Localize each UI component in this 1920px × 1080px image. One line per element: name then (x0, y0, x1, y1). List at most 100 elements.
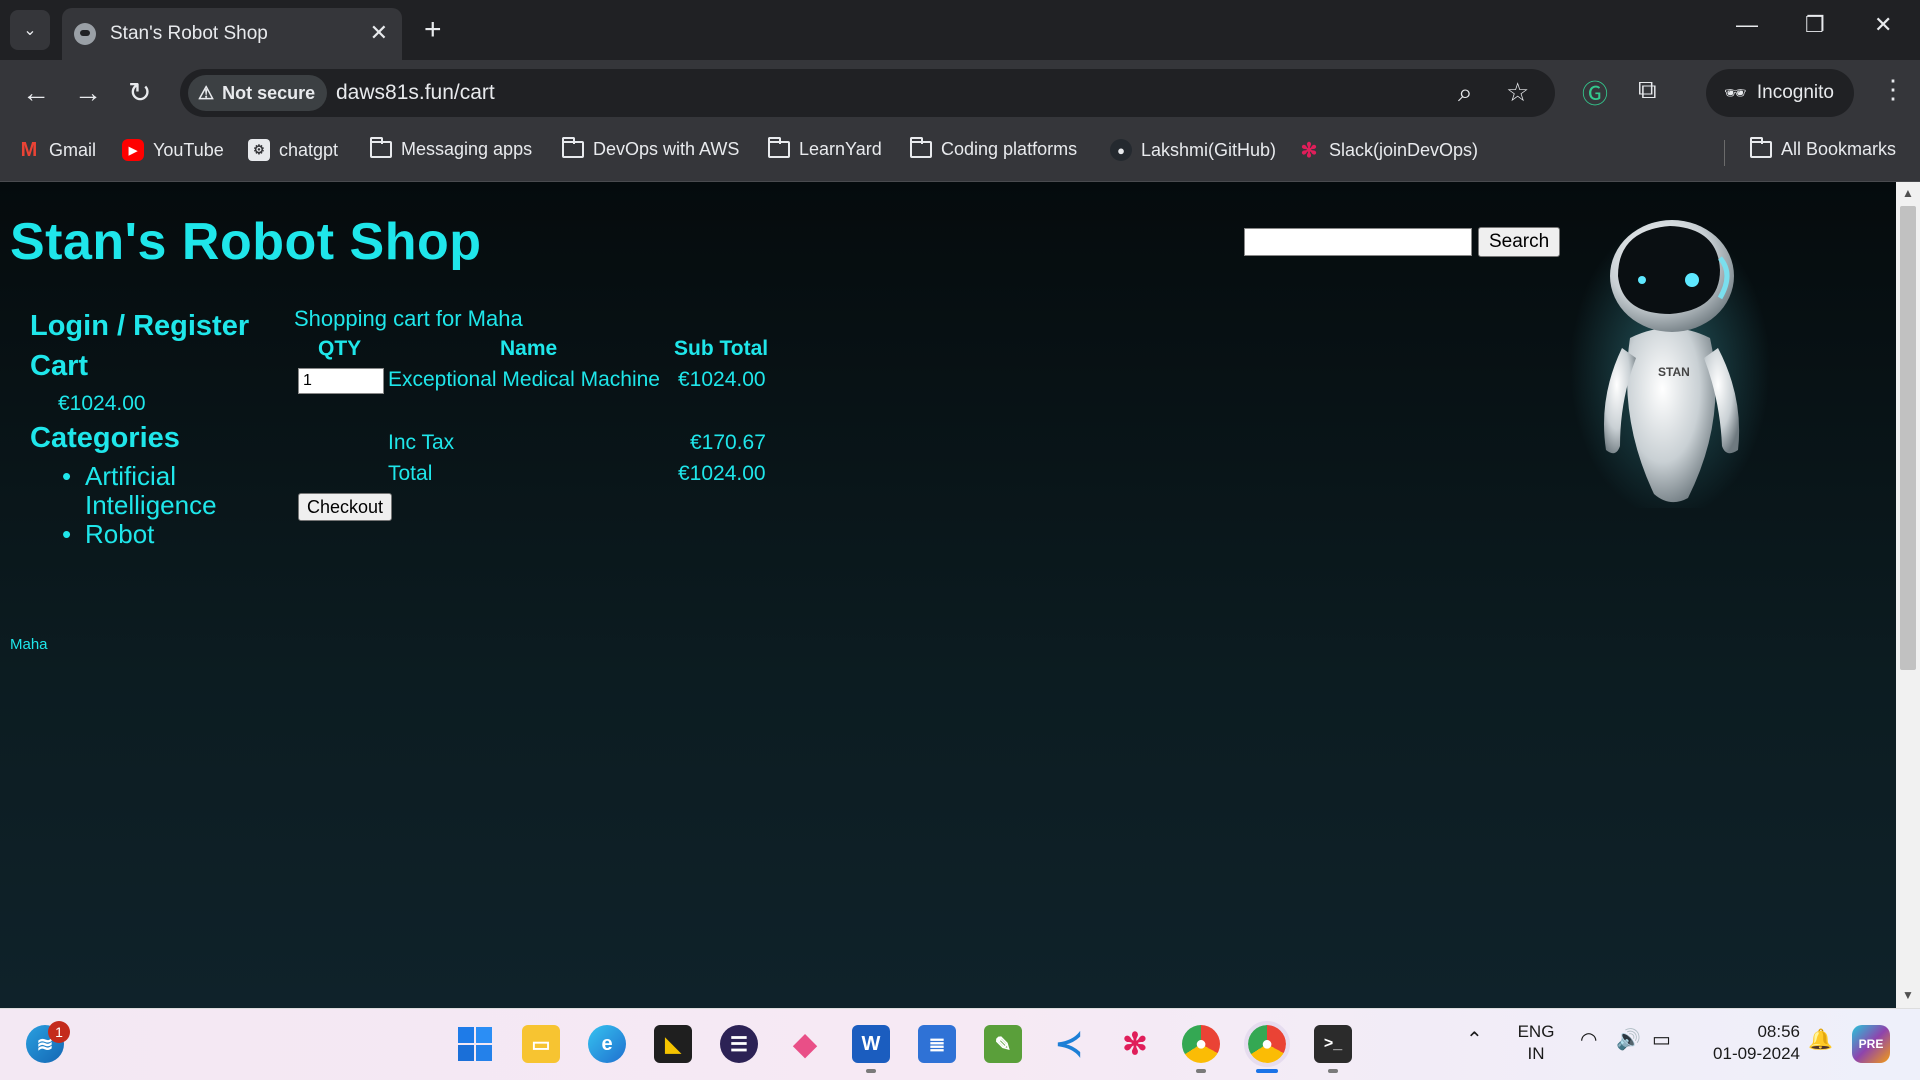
volume-icon[interactable]: 🔊 (1616, 1029, 1641, 1051)
quantity-input[interactable] (298, 368, 384, 394)
paint-icon[interactable]: ✎ (984, 1025, 1022, 1063)
column-header-qty: QTY (318, 337, 362, 360)
word-icon[interactable]: W (852, 1025, 890, 1063)
bookmark-youtube[interactable]: ▶ YouTube (122, 139, 224, 161)
bookmark-gmail[interactable]: M Gmail (18, 139, 96, 161)
youtube-icon: ▶ (122, 139, 144, 161)
reload-icon[interactable]: ↻ (128, 78, 151, 108)
warning-icon: ⚠ (198, 82, 215, 103)
bookmark-label: YouTube (153, 139, 224, 160)
column-header-subtotal: Sub Total (674, 337, 769, 360)
all-bookmarks[interactable]: All Bookmarks (1750, 137, 1897, 160)
category-item-robot[interactable]: Robot (62, 520, 262, 550)
file-explorer-icon[interactable]: ▭ (522, 1025, 560, 1063)
sticky-notes-icon[interactable]: ◣ (654, 1025, 692, 1063)
terminal-icon[interactable]: >_ (1314, 1025, 1352, 1063)
bookmark-label: Slack(joinDevOps) (1329, 139, 1479, 160)
total-label: Total (388, 462, 433, 485)
cart-link[interactable]: Cart (30, 350, 88, 383)
restore-icon[interactable]: ❐ (1805, 12, 1825, 38)
bookmark-label: All Bookmarks (1781, 139, 1897, 159)
security-chip[interactable]: ⚠ Not secure (188, 75, 328, 111)
notification-bell-icon[interactable]: 🔔 (1808, 1029, 1833, 1051)
tab-search-button[interactable]: ⌄ (10, 10, 50, 50)
clock-time: 08:56 (1757, 1022, 1800, 1041)
bookmark-slack[interactable]: ✻ Slack(joinDevOps) (1298, 139, 1479, 162)
app-active-indicator (1256, 1069, 1278, 1073)
incognito-indicator[interactable]: 🕶 Incognito (1706, 69, 1854, 117)
app-running-indicator (1328, 1069, 1338, 1073)
start-icon[interactable] (456, 1025, 494, 1063)
zoom-icon[interactable]: ⌕ (1458, 77, 1473, 109)
browser-toolbar: ← → ↻ ⚠ Not secure daws81s.fun/cart ⌕ ☆ … (0, 60, 1920, 126)
minimize-icon[interactable]: — (1736, 12, 1758, 38)
site-favicon-icon (74, 23, 96, 45)
browser-tab[interactable]: Stan's Robot Shop ✕ (62, 8, 402, 60)
edge-icon[interactable]: e (588, 1025, 626, 1063)
bookmark-learnyard[interactable]: LearnYard (768, 137, 882, 160)
scroll-up-icon[interactable]: ▲ (1902, 186, 1914, 200)
new-tab-button[interactable]: + (424, 12, 442, 48)
close-tab-icon[interactable]: ✕ (370, 20, 388, 46)
scrollbar-thumb[interactable] (1900, 206, 1916, 670)
url-text[interactable]: daws81s.fun/cart (336, 81, 495, 105)
categories-heading: Categories (30, 422, 180, 454)
address-bar[interactable]: ⚠ Not secure daws81s.fun/cart ⌕ ☆ (180, 69, 1555, 117)
page-scrollbar[interactable]: ▲ ▼ (1896, 182, 1920, 1008)
item-name: Exceptional Medical Machine (388, 368, 660, 391)
category-item-artificial-intelligence[interactable]: Artificial Intelligence (62, 462, 262, 520)
robot-mascot-image: STAN (1570, 218, 1770, 508)
battery-icon[interactable]: ▭ (1652, 1029, 1671, 1051)
bookmark-chatgpt[interactable]: ⚙ chatgpt (248, 139, 338, 161)
notification-badge: 1 (48, 1021, 70, 1043)
slack-icon: ✻ (1300, 139, 1318, 162)
login-register-link[interactable]: Login / Register (30, 310, 249, 343)
bookmark-label: Lakshmi(GitHub) (1141, 139, 1277, 160)
site-title[interactable]: Stan's Robot Shop (10, 212, 482, 272)
cart-amount: €1024.00 (58, 392, 146, 415)
eclipse-icon[interactable]: ☰ (720, 1025, 758, 1063)
github-icon: ● (1110, 139, 1132, 161)
slack-taskbar-icon[interactable]: ✻ (1116, 1025, 1154, 1063)
bookmark-messaging-apps[interactable]: Messaging apps (370, 137, 532, 160)
clock[interactable]: 08:56 01-09-2024 (1696, 1021, 1800, 1065)
back-arrow-icon[interactable]: ← (22, 78, 50, 108)
notepad-icon[interactable]: ≣ (918, 1025, 956, 1063)
checkout-button[interactable]: Checkout (298, 493, 393, 521)
chrome-profile-icon[interactable]: ● (1244, 1021, 1290, 1067)
window-close-icon[interactable]: ✕ (1874, 12, 1892, 38)
vscode-icon[interactable]: ≺ (1050, 1025, 1088, 1063)
bookmark-label: Coding platforms (941, 139, 1078, 159)
tab-title: Stan's Robot Shop (110, 23, 268, 44)
clock-date: 01-09-2024 (1713, 1044, 1800, 1063)
bookmark-star-icon[interactable]: ☆ (1506, 77, 1529, 108)
extensions-icon[interactable]: ⧉ (1638, 74, 1657, 106)
app-running-indicator (1196, 1069, 1206, 1073)
bookmark-label: LearnYard (799, 139, 882, 159)
chrome-icon[interactable]: ● (1182, 1025, 1220, 1063)
bookmark-github[interactable]: ● Lakshmi(GitHub) (1110, 139, 1276, 161)
chevron-down-icon: ⌄ (23, 22, 37, 39)
item-subtotal: €1024.00 (678, 368, 766, 391)
scroll-down-icon[interactable]: ▼ (1902, 988, 1914, 1002)
show-hidden-icons-icon[interactable]: ⌃ (1466, 1029, 1483, 1051)
search-button[interactable]: Search (1478, 227, 1561, 257)
forward-arrow-icon[interactable]: → (74, 78, 102, 108)
copilot-icon[interactable]: PRE (1852, 1025, 1890, 1063)
bookmark-label: Gmail (49, 139, 97, 160)
tax-label: Inc Tax (388, 431, 455, 454)
search-input[interactable] (1244, 228, 1472, 256)
windows-taskbar: ≋ 1 ▭ e ◣ ☰ ◆ W ≣ ✎ ≺ ✻ ● ● >_ ⌃ ENG IN … (0, 1008, 1920, 1080)
snipping-tool-icon[interactable]: ◆ (786, 1025, 824, 1063)
folder-icon (370, 137, 392, 158)
grammarly-icon[interactable]: Ⓖ (1582, 74, 1608, 111)
language-indicator[interactable]: ENG IN (1510, 1021, 1562, 1065)
security-label: Not secure (222, 82, 316, 103)
column-header-name: Name (500, 337, 558, 360)
bookmark-devops-aws[interactable]: DevOps with AWS (562, 137, 739, 160)
wifi-icon[interactable]: ◠ (1580, 1029, 1597, 1051)
menu-icon[interactable]: ⋮ (1880, 74, 1906, 105)
bookmark-coding-platforms[interactable]: Coding platforms (910, 137, 1078, 160)
tab-strip: ⌄ Stan's Robot Shop ✕ + — ❐ ✕ (0, 0, 1920, 60)
region-code: IN (1527, 1044, 1545, 1063)
